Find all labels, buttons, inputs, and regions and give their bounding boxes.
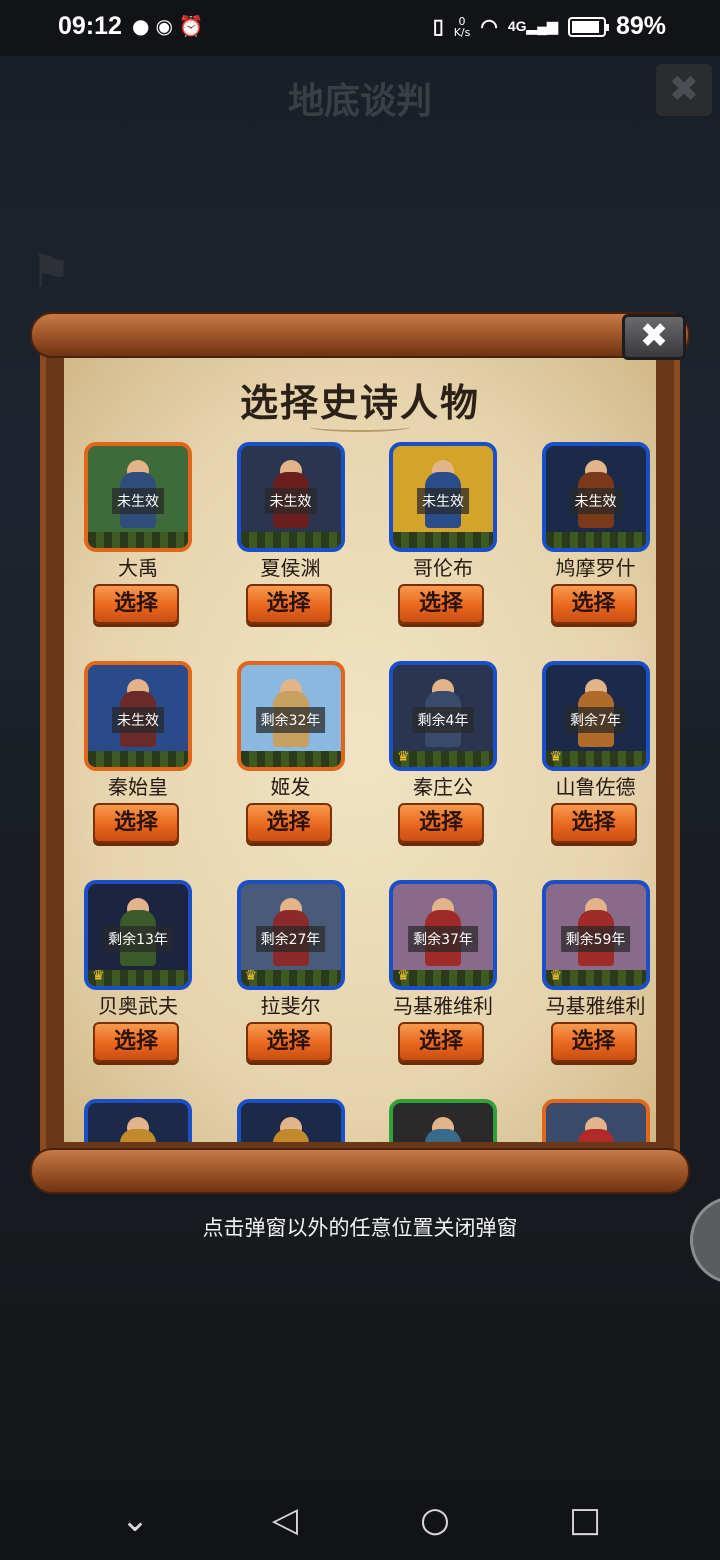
status-badge: 未生效: [112, 707, 164, 733]
character-portrait[interactable]: [236, 1099, 345, 1142]
status-badge: 剩余32年: [255, 707, 326, 733]
status-bar: 09:12 ● ◉ ⏰ ▯ 0 K/s ◠ 4G▂▄▆ 89%: [0, 0, 720, 56]
character-name: 大禹: [118, 556, 158, 580]
status-badge: 未生效: [112, 488, 164, 514]
character-portrait[interactable]: 剩余13年 ♛: [84, 880, 192, 990]
character-name: 哥伦布: [413, 556, 473, 580]
dialog-title: 选择史诗人物: [239, 380, 480, 425]
crown-icon: ♛: [549, 749, 563, 765]
select-button[interactable]: 选择: [245, 584, 332, 624]
select-button[interactable]: 选择: [398, 803, 484, 843]
select-button[interactable]: 选择: [93, 1022, 179, 1062]
status-badge: 剩余7年: [565, 707, 626, 733]
select-button[interactable]: 选择: [550, 584, 637, 624]
character-name: 夏侯渊: [260, 556, 321, 580]
character-portrait[interactable]: 剩余4年 ♛: [389, 661, 497, 771]
character-portrait[interactable]: 剩余37年 ♛: [389, 880, 497, 990]
portrait-grass: [88, 751, 188, 767]
eye-icon: ◉: [155, 14, 173, 38]
background-title: 地底谈判: [287, 81, 432, 122]
select-button[interactable]: 选择: [93, 803, 179, 843]
system-indicators: ▯ 0 K/s ◠ 4G▂▄▆ 89%: [433, 12, 666, 41]
select-button[interactable]: 选择: [398, 1022, 484, 1062]
notification-icons: ● ◉ ⏰: [132, 14, 204, 38]
character-name: 拉斐尔: [260, 994, 321, 1018]
character-name: 山鲁佐德: [555, 775, 636, 799]
home-icon[interactable]: ○: [405, 1490, 465, 1550]
status-badge: 剩余27年: [255, 926, 326, 952]
character-name: 贝奥武夫: [98, 994, 178, 1018]
battery-icon: [567, 16, 609, 37]
close-hint: 点击弹窗以外的任意位置关闭弹窗: [202, 1216, 518, 1240]
character-portrait[interactable]: 剩余7年 ♛: [541, 661, 650, 771]
character-portrait[interactable]: [84, 1099, 192, 1142]
character-portrait[interactable]: 未生效: [541, 442, 650, 552]
status-badge: 剩余59年: [560, 926, 631, 952]
portrait-grass: [393, 532, 493, 548]
select-button[interactable]: 选择: [245, 1022, 332, 1062]
crown-icon: ♛: [397, 749, 410, 765]
title-ornament: [310, 422, 410, 432]
scroll-roll-top: [30, 312, 690, 358]
net-speed: 0 K/s: [453, 14, 471, 39]
status-badge: 未生效: [569, 488, 622, 514]
character-portrait[interactable]: 剩余27年 ♛: [236, 880, 345, 990]
character-name: 鸠摩罗什: [555, 556, 636, 580]
character-name: 秦庄公: [413, 775, 473, 799]
vibrate-icon: ▯: [432, 16, 444, 38]
status-badge: 未生效: [417, 488, 469, 514]
back-icon[interactable]: ◁: [255, 1490, 315, 1550]
select-button[interactable]: 选择: [398, 584, 484, 624]
background-close-icon: ✖: [656, 64, 712, 116]
scroll-roll-bottom: [30, 1148, 690, 1194]
character-portrait[interactable]: 剩余32年: [236, 661, 345, 771]
character-portrait[interactable]: [389, 1099, 497, 1142]
select-button[interactable]: 选择: [550, 803, 637, 843]
status-badge: 剩余37年: [408, 926, 478, 952]
signal-icon: 4G▂▄▆: [507, 18, 558, 34]
character-portrait[interactable]: [541, 1099, 650, 1142]
recents-icon[interactable]: □: [555, 1490, 615, 1550]
portrait-grass: [545, 532, 646, 548]
alarm-icon: ⏰: [178, 14, 204, 38]
character-portrait[interactable]: 未生效: [389, 442, 497, 552]
status-badge: 剩余4年: [412, 707, 474, 733]
portrait-grass: [240, 532, 341, 548]
chevron-down-icon[interactable]: ⌄: [105, 1490, 165, 1550]
crown-icon: ♛: [549, 968, 563, 984]
navigation-bar: ⌄ ◁ ○ □: [0, 1480, 720, 1560]
portrait-figure: [272, 1129, 309, 1142]
portrait-grass: [240, 751, 341, 767]
crown-icon: ♛: [92, 968, 105, 984]
crown-icon: ♛: [397, 968, 410, 984]
close-button[interactable]: ✖: [622, 314, 686, 360]
wechat-icon: ●: [132, 14, 150, 38]
character-select-dialog: 选择史诗人物 未生效 大禹 选择 未生效 夏侯渊 选择 未生效 哥伦布 选择 未生效 鸠摩罗什 选择未…: [30, 312, 690, 1200]
character-name: 秦始皇: [108, 775, 168, 799]
portrait-grass: [88, 532, 188, 548]
clock: 09:12: [58, 12, 122, 40]
select-button[interactable]: 选择: [93, 584, 179, 624]
wifi-icon: ◠: [480, 16, 498, 38]
select-button[interactable]: 选择: [550, 1022, 637, 1062]
character-name: 马基雅维利: [393, 994, 493, 1018]
select-button[interactable]: 选择: [245, 803, 332, 843]
scroll-paper: 选择史诗人物 未生效 大禹 选择 未生效 夏侯渊 选择 未生效 哥伦布 选择 未生效 鸠摩罗什 选择未…: [64, 352, 656, 1142]
character-name: 姬发: [270, 775, 311, 799]
pirate-flag-icon: ⚑: [30, 244, 72, 298]
character-portrait[interactable]: 未生效: [84, 442, 192, 552]
scroll-frame: 选择史诗人物 未生效 大禹 选择 未生效 夏侯渊 选择 未生效 哥伦布 选择 未生效 鸠摩罗什 选择未…: [40, 336, 680, 1166]
crown-icon: ♛: [244, 968, 258, 984]
battery-text: 89%: [615, 12, 666, 40]
character-name: 马基雅维利: [545, 994, 646, 1018]
portrait-figure: [577, 1129, 614, 1142]
character-portrait[interactable]: 剩余59年 ♛: [541, 880, 650, 990]
character-portrait[interactable]: 未生效: [236, 442, 345, 552]
status-badge: 未生效: [264, 488, 317, 514]
character-portrait[interactable]: 未生效: [84, 661, 192, 771]
status-badge: 剩余13年: [103, 926, 173, 952]
